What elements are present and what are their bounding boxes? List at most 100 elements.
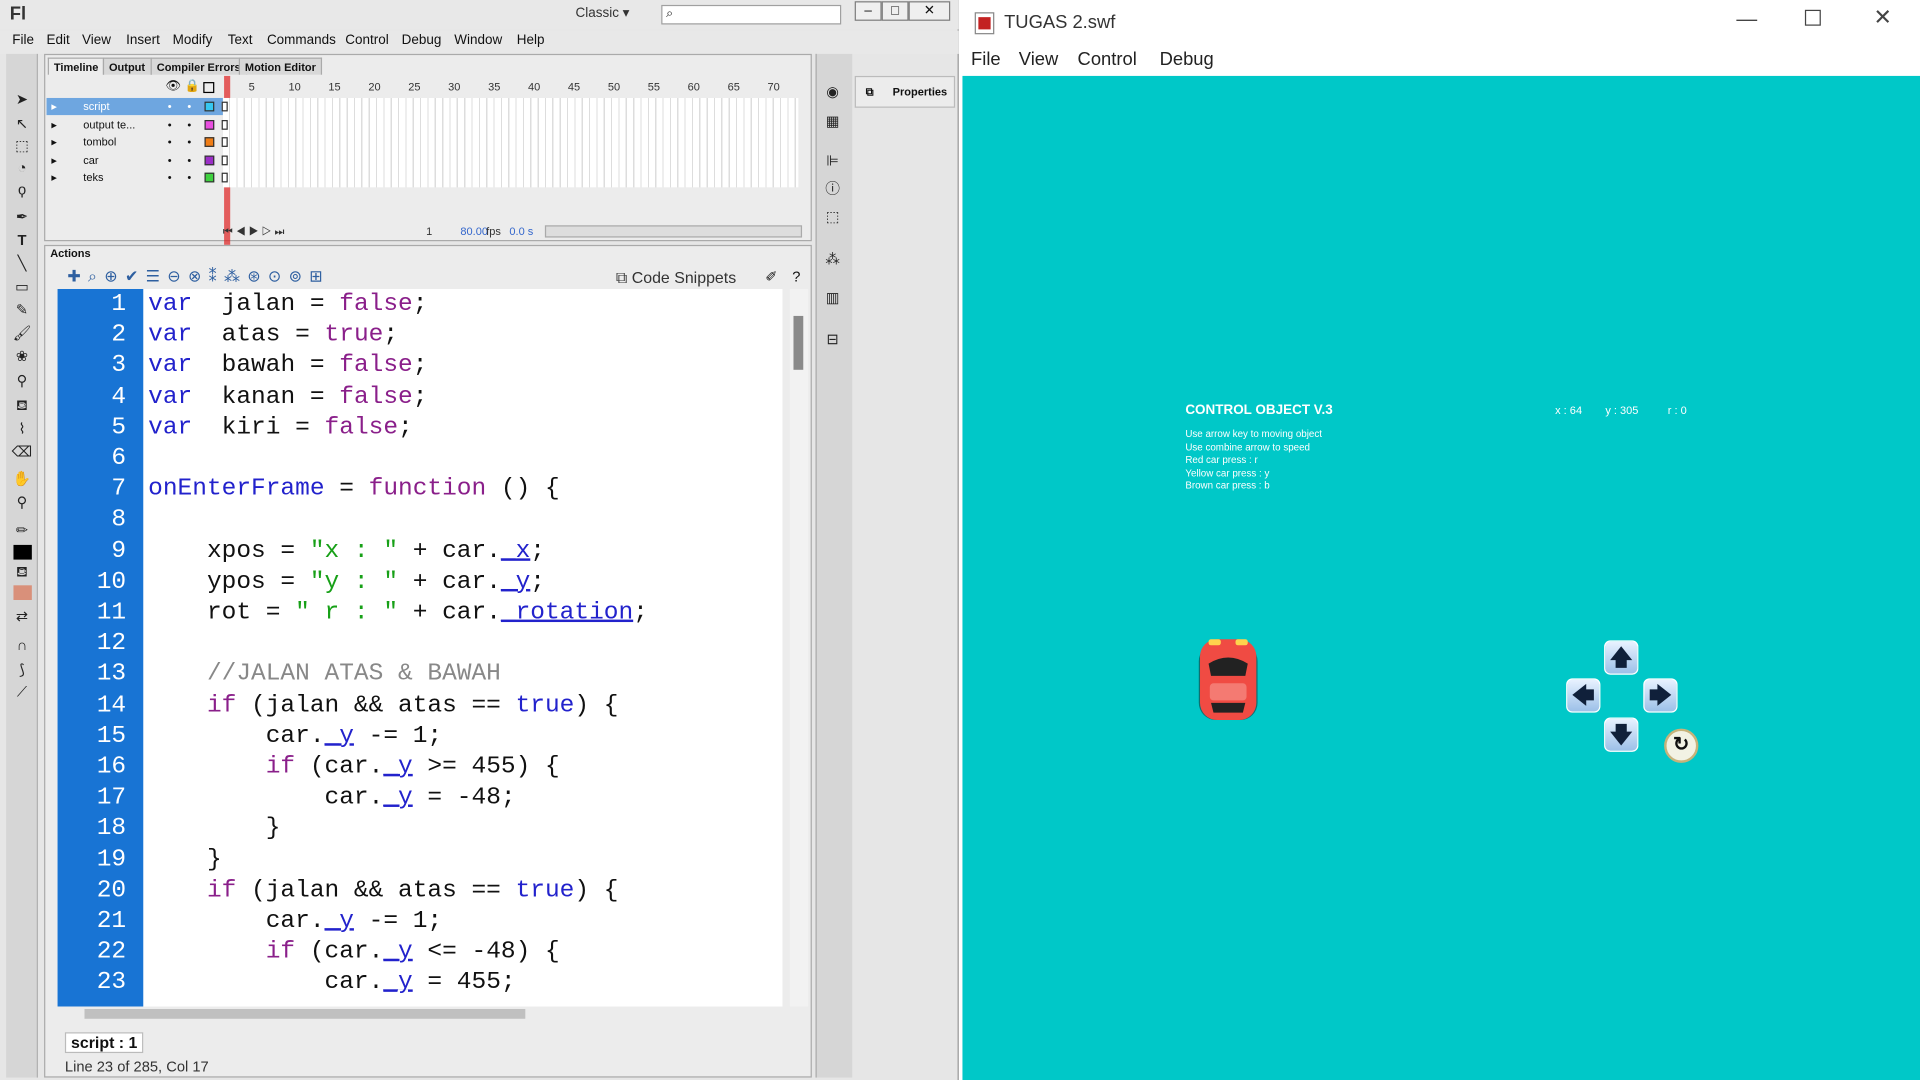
transform-panel-icon[interactable]: ⬚ — [820, 206, 844, 228]
help-icon[interactable]: ? — [792, 268, 800, 285]
layer-color-swatch[interactable] — [204, 137, 215, 148]
layer-color-swatch[interactable] — [204, 173, 215, 183]
code-line[interactable]: car._y -= 1; — [148, 906, 442, 937]
code-line[interactable]: rot = " r : " + car._rotation; — [148, 598, 648, 629]
lock-dot[interactable]: • — [187, 152, 191, 169]
code-editor[interactable]: 1 var jalan = false; 2 var atas = true; 3 var… — [57, 288, 783, 1007]
player-menu-file[interactable]: File — [971, 49, 1001, 70]
code-line[interactable]: if (jalan && atas == true) { — [148, 875, 619, 906]
arrow-right-button[interactable]: 🡆 — [1643, 678, 1678, 713]
snap-magnet-icon[interactable]: ∩ — [10, 634, 34, 656]
fill-color-swatch[interactable] — [13, 585, 32, 601]
code-line[interactable]: onEnterFrame = function () { — [148, 474, 560, 505]
straighten-icon[interactable]: ⟋ — [10, 681, 34, 703]
actions-toolbar[interactable]: ✚⌕⊕✔☰⊖⊗⁑⁂⊛⊙⊚⊞ — [67, 267, 330, 287]
script-tab[interactable]: script : 1 — [64, 1032, 144, 1054]
tab-compiler-errors[interactable]: Compiler Errors — [150, 57, 247, 75]
menu-modify[interactable]: Modify — [173, 33, 213, 48]
code-line[interactable]: car._y = -48; — [148, 783, 516, 814]
layer-color-swatch[interactable] — [204, 101, 215, 112]
lock-icon[interactable]: 🔒 — [185, 80, 200, 93]
layer-script[interactable]: ▸ script • • — [46, 97, 228, 116]
brush-tool-icon[interactable]: 🖌 — [10, 322, 34, 344]
code-line[interactable]: var atas = true; — [148, 320, 398, 351]
code-line[interactable]: } — [148, 814, 281, 845]
red-car[interactable] — [1196, 637, 1260, 725]
layer-teks[interactable]: ▸ teks • • — [47, 169, 228, 186]
visibility-dot[interactable]: • — [168, 169, 172, 186]
arrow-down-button[interactable]: 🡇 — [1604, 717, 1639, 752]
code-line[interactable]: //JALAN ATAS & BAWAH — [148, 659, 501, 690]
subselection-tool-icon[interactable]: ↖ — [10, 113, 34, 135]
components-panel-icon[interactable]: ⁂ — [820, 247, 844, 269]
code-line[interactable]: var jalan = false; — [148, 289, 427, 320]
deco-tool-icon[interactable]: ❀ — [10, 345, 34, 367]
lasso-tool-icon[interactable]: ϙ — [10, 179, 34, 201]
player-menu-view[interactable]: View — [1019, 49, 1058, 70]
menu-control[interactable]: Control — [345, 33, 388, 48]
keyframe[interactable] — [221, 101, 228, 112]
keyframe[interactable] — [221, 155, 228, 166]
swf-stage[interactable]: CONTROL OBJECT V.3 Use arrow key to movi… — [962, 75, 1920, 1080]
layer-color-swatch[interactable] — [204, 119, 215, 130]
player-close-button[interactable]: ✕ — [1873, 5, 1891, 31]
fps-value[interactable]: 80.00 — [460, 225, 488, 237]
menu-edit[interactable]: Edit — [47, 33, 70, 48]
code-line[interactable]: var bawah = false; — [148, 351, 427, 382]
code-line[interactable]: var kanan = false; — [148, 382, 427, 413]
menu-commands[interactable]: Commands — [267, 33, 336, 48]
library-panel-icon[interactable]: ▥ — [820, 287, 844, 309]
eyedropper-icon[interactable]: ⌇ — [10, 418, 34, 440]
lock-dot[interactable]: • — [187, 116, 191, 133]
color-panel-icon[interactable]: ◉ — [820, 81, 844, 103]
timeline-scrollbar[interactable] — [544, 225, 803, 238]
reset-button[interactable]: ↻ — [1664, 728, 1699, 763]
code-line[interactable]: xpos = "x : " + car._x; — [148, 536, 545, 567]
layer-color-swatch[interactable] — [204, 155, 215, 166]
hand-tool-icon[interactable]: ✋ — [10, 468, 34, 490]
transform-tool-icon[interactable]: ⬚ — [10, 135, 34, 157]
keyframe[interactable] — [221, 119, 228, 130]
layer-car[interactable]: ▸ car • • — [47, 152, 228, 169]
info-panel-icon[interactable]: ⓘ — [820, 178, 844, 200]
code-scroll-track[interactable] — [789, 288, 809, 1007]
player-maximize-button[interactable] — [1804, 9, 1821, 26]
layer-outputte[interactable]: ▸ output te... • • — [47, 116, 228, 133]
visibility-dot[interactable]: • — [168, 98, 172, 115]
zoom-tool-icon[interactable]: ⚲ — [10, 491, 34, 513]
eraser-icon[interactable]: ⌫ — [10, 441, 34, 463]
code-line[interactable]: if (jalan && atas == true) { — [148, 690, 619, 721]
menu-text[interactable]: Text — [228, 33, 253, 48]
lock-dot[interactable]: • — [187, 98, 191, 115]
workspace-switcher[interactable]: Classic ▾ — [576, 5, 647, 25]
menu-view[interactable]: View — [82, 33, 111, 48]
bone-tool-icon[interactable]: ⚲ — [10, 370, 34, 392]
code-line[interactable]: var kiri = false; — [148, 412, 413, 443]
rectangle-tool-icon[interactable]: ▭ — [10, 276, 34, 298]
code-snippets-button[interactable]: ⧉ Code Snippets — [616, 268, 736, 288]
motion-presets-icon[interactable]: ⊟ — [820, 328, 844, 350]
lock-dot[interactable]: • — [187, 169, 191, 186]
swap-colors-icon[interactable]: ⇄ — [10, 605, 34, 627]
tab-motion-editor[interactable]: Motion Editor — [238, 57, 323, 75]
text-tool-icon[interactable]: T — [10, 229, 34, 251]
pencil-tool-icon[interactable]: ✎ — [10, 299, 34, 321]
menu-insert[interactable]: Insert — [126, 33, 160, 48]
search-input[interactable]: ⌕ — [661, 4, 842, 25]
selection-tool-icon[interactable]: ➤ — [10, 88, 34, 110]
line-tool-icon[interactable]: ╲ — [10, 252, 34, 274]
menu-debug[interactable]: Debug — [402, 33, 442, 48]
menu-window[interactable]: Window — [454, 33, 502, 48]
menu-file[interactable]: File — [12, 33, 34, 48]
code-line[interactable]: car._y = 455; — [148, 968, 516, 999]
keyframe[interactable] — [221, 173, 228, 183]
visibility-dot[interactable]: • — [168, 152, 172, 169]
visibility-dot[interactable]: • — [168, 116, 172, 133]
code-line[interactable]: ypos = "y : " + car._y; — [148, 567, 545, 598]
smooth-icon[interactable]: ⟆ — [10, 659, 34, 681]
stroke-color-swatch[interactable] — [13, 544, 32, 560]
swatches-panel-icon[interactable]: ▦ — [820, 110, 844, 132]
code-line[interactable]: car._y -= 1; — [148, 721, 442, 752]
eye-icon[interactable]: 👁 — [165, 80, 181, 93]
fill-color-icon[interactable]: ⛾ — [10, 561, 34, 583]
